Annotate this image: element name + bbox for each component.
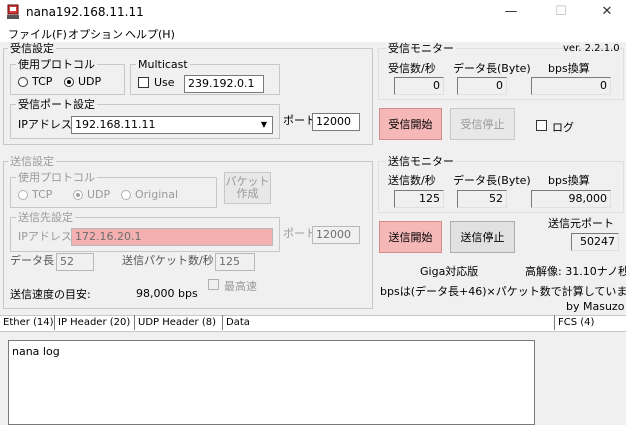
send-udp-radio[interactable] [73, 190, 83, 200]
send-count-header: 送信数/秒 [388, 174, 436, 187]
header-fcs: FCS (4) [558, 317, 595, 328]
packet-create-button[interactable]: パケット 作成 [224, 172, 271, 204]
window-title: nana192.168.11.11 [26, 5, 144, 19]
send-settings-label: 送信設定 [8, 155, 56, 168]
send-count-readout: 125 [394, 190, 444, 208]
receive-tcp-radio[interactable] [18, 77, 28, 87]
send-length-readout: 52 [457, 190, 507, 208]
receive-count-readout: 0 [394, 77, 444, 95]
version-label: ver. 2.2.1.0 [563, 43, 620, 54]
data-length-label: データ長 [10, 254, 54, 267]
send-protocol-label: 使用プロトコル [16, 171, 97, 184]
receive-port-label: 受信ポート設定 [16, 98, 97, 111]
send-ip-input[interactable]: 172.16.20.1 [71, 228, 273, 246]
multicast-label: Multicast [136, 58, 190, 71]
receive-start-button[interactable]: 受信開始 [379, 108, 442, 140]
header-ip: IP Header (20) [55, 315, 135, 330]
header-ether: Ether (14) [0, 315, 55, 330]
receive-stop-button[interactable]: 受信停止 [450, 108, 515, 140]
packets-per-sec-input[interactable]: 125 [215, 253, 255, 271]
send-port-input[interactable]: 12000 [312, 226, 360, 244]
minimize-button[interactable]: — [488, 0, 534, 24]
send-ip-label: IPアドレス [18, 230, 72, 243]
maximize-button[interactable]: ☐ [538, 0, 584, 24]
send-dest-label: 送信先設定 [16, 211, 75, 224]
giga-label: Giga対応版 [420, 265, 479, 278]
receive-length-header: データ長(Byte) [453, 62, 531, 75]
receive-port-input[interactable]: 12000 [312, 113, 360, 131]
chevron-down-icon[interactable]: ▼ [257, 118, 271, 132]
send-original-radio[interactable] [121, 190, 131, 200]
log-textarea[interactable]: nana log [8, 340, 535, 425]
receive-ip-label: IPアドレス [18, 118, 72, 131]
speed-estimate-value: 98,000 bps [136, 287, 198, 300]
bps-note: bpsは(データ長+46)×パケット数で計算しています。 [380, 285, 626, 298]
speed-estimate-label: 送信速度の目安: [10, 288, 91, 301]
menu-options[interactable]: オプション [68, 26, 123, 42]
header-udp: UDP Header (8) [135, 315, 223, 330]
send-bps-header: bps換算 [548, 174, 590, 187]
fastest-label: 最高速 [224, 280, 257, 293]
receive-bps-readout: 0 [531, 77, 611, 95]
source-port-label: 送信元ポート [548, 217, 614, 230]
fastest-checkbox[interactable] [208, 279, 219, 290]
send-udp-label: UDP [87, 188, 111, 201]
send-bps-readout: 98,000 [531, 190, 611, 208]
send-original-label: Original [135, 188, 179, 201]
send-tcp-radio[interactable] [18, 190, 28, 200]
app-icon [7, 4, 19, 19]
receive-settings-label: 受信設定 [8, 42, 56, 55]
receive-ip-value: 192.168.11.11 [75, 118, 156, 131]
header-data: Data [223, 315, 555, 330]
data-length-input[interactable]: 52 [56, 253, 94, 271]
send-length-header: データ長(Byte) [453, 174, 531, 187]
author-label: by Masuzo [566, 300, 625, 313]
close-button[interactable]: ✕ [584, 0, 626, 24]
receive-monitor-label: 受信モニター [386, 42, 456, 55]
multicast-use-checkbox[interactable] [138, 77, 149, 88]
receive-ip-combo[interactable]: 192.168.11.11 ▼ [71, 116, 273, 134]
send-stop-button[interactable]: 送信停止 [450, 221, 515, 253]
receive-length-readout: 0 [457, 77, 507, 95]
receive-udp-radio[interactable] [64, 77, 74, 87]
multicast-use-label: Use [154, 76, 175, 89]
packets-per-sec-label: 送信パケット数/秒 [122, 254, 214, 267]
receive-tcp-label: TCP [32, 75, 53, 88]
log-checkbox[interactable] [536, 120, 547, 131]
receive-bps-header: bps換算 [548, 62, 590, 75]
receive-count-header: 受信数/秒 [388, 62, 436, 75]
receive-udp-label: UDP [78, 75, 102, 88]
menu-file[interactable]: ファイル(F) [8, 26, 67, 42]
resolution-label: 高解像: 31.10ナノ秒 [525, 265, 626, 278]
send-tcp-label: TCP [32, 188, 53, 201]
send-start-button[interactable]: 送信開始 [379, 221, 442, 253]
multicast-address-input[interactable]: 239.192.0.1 [184, 75, 264, 93]
receive-protocol-label: 使用プロトコル [16, 58, 97, 71]
source-port-readout: 50247 [571, 233, 619, 251]
menu-help[interactable]: ヘルプ(H) [125, 26, 175, 42]
log-label: ログ [552, 121, 574, 134]
send-monitor-label: 送信モニター [386, 155, 456, 168]
